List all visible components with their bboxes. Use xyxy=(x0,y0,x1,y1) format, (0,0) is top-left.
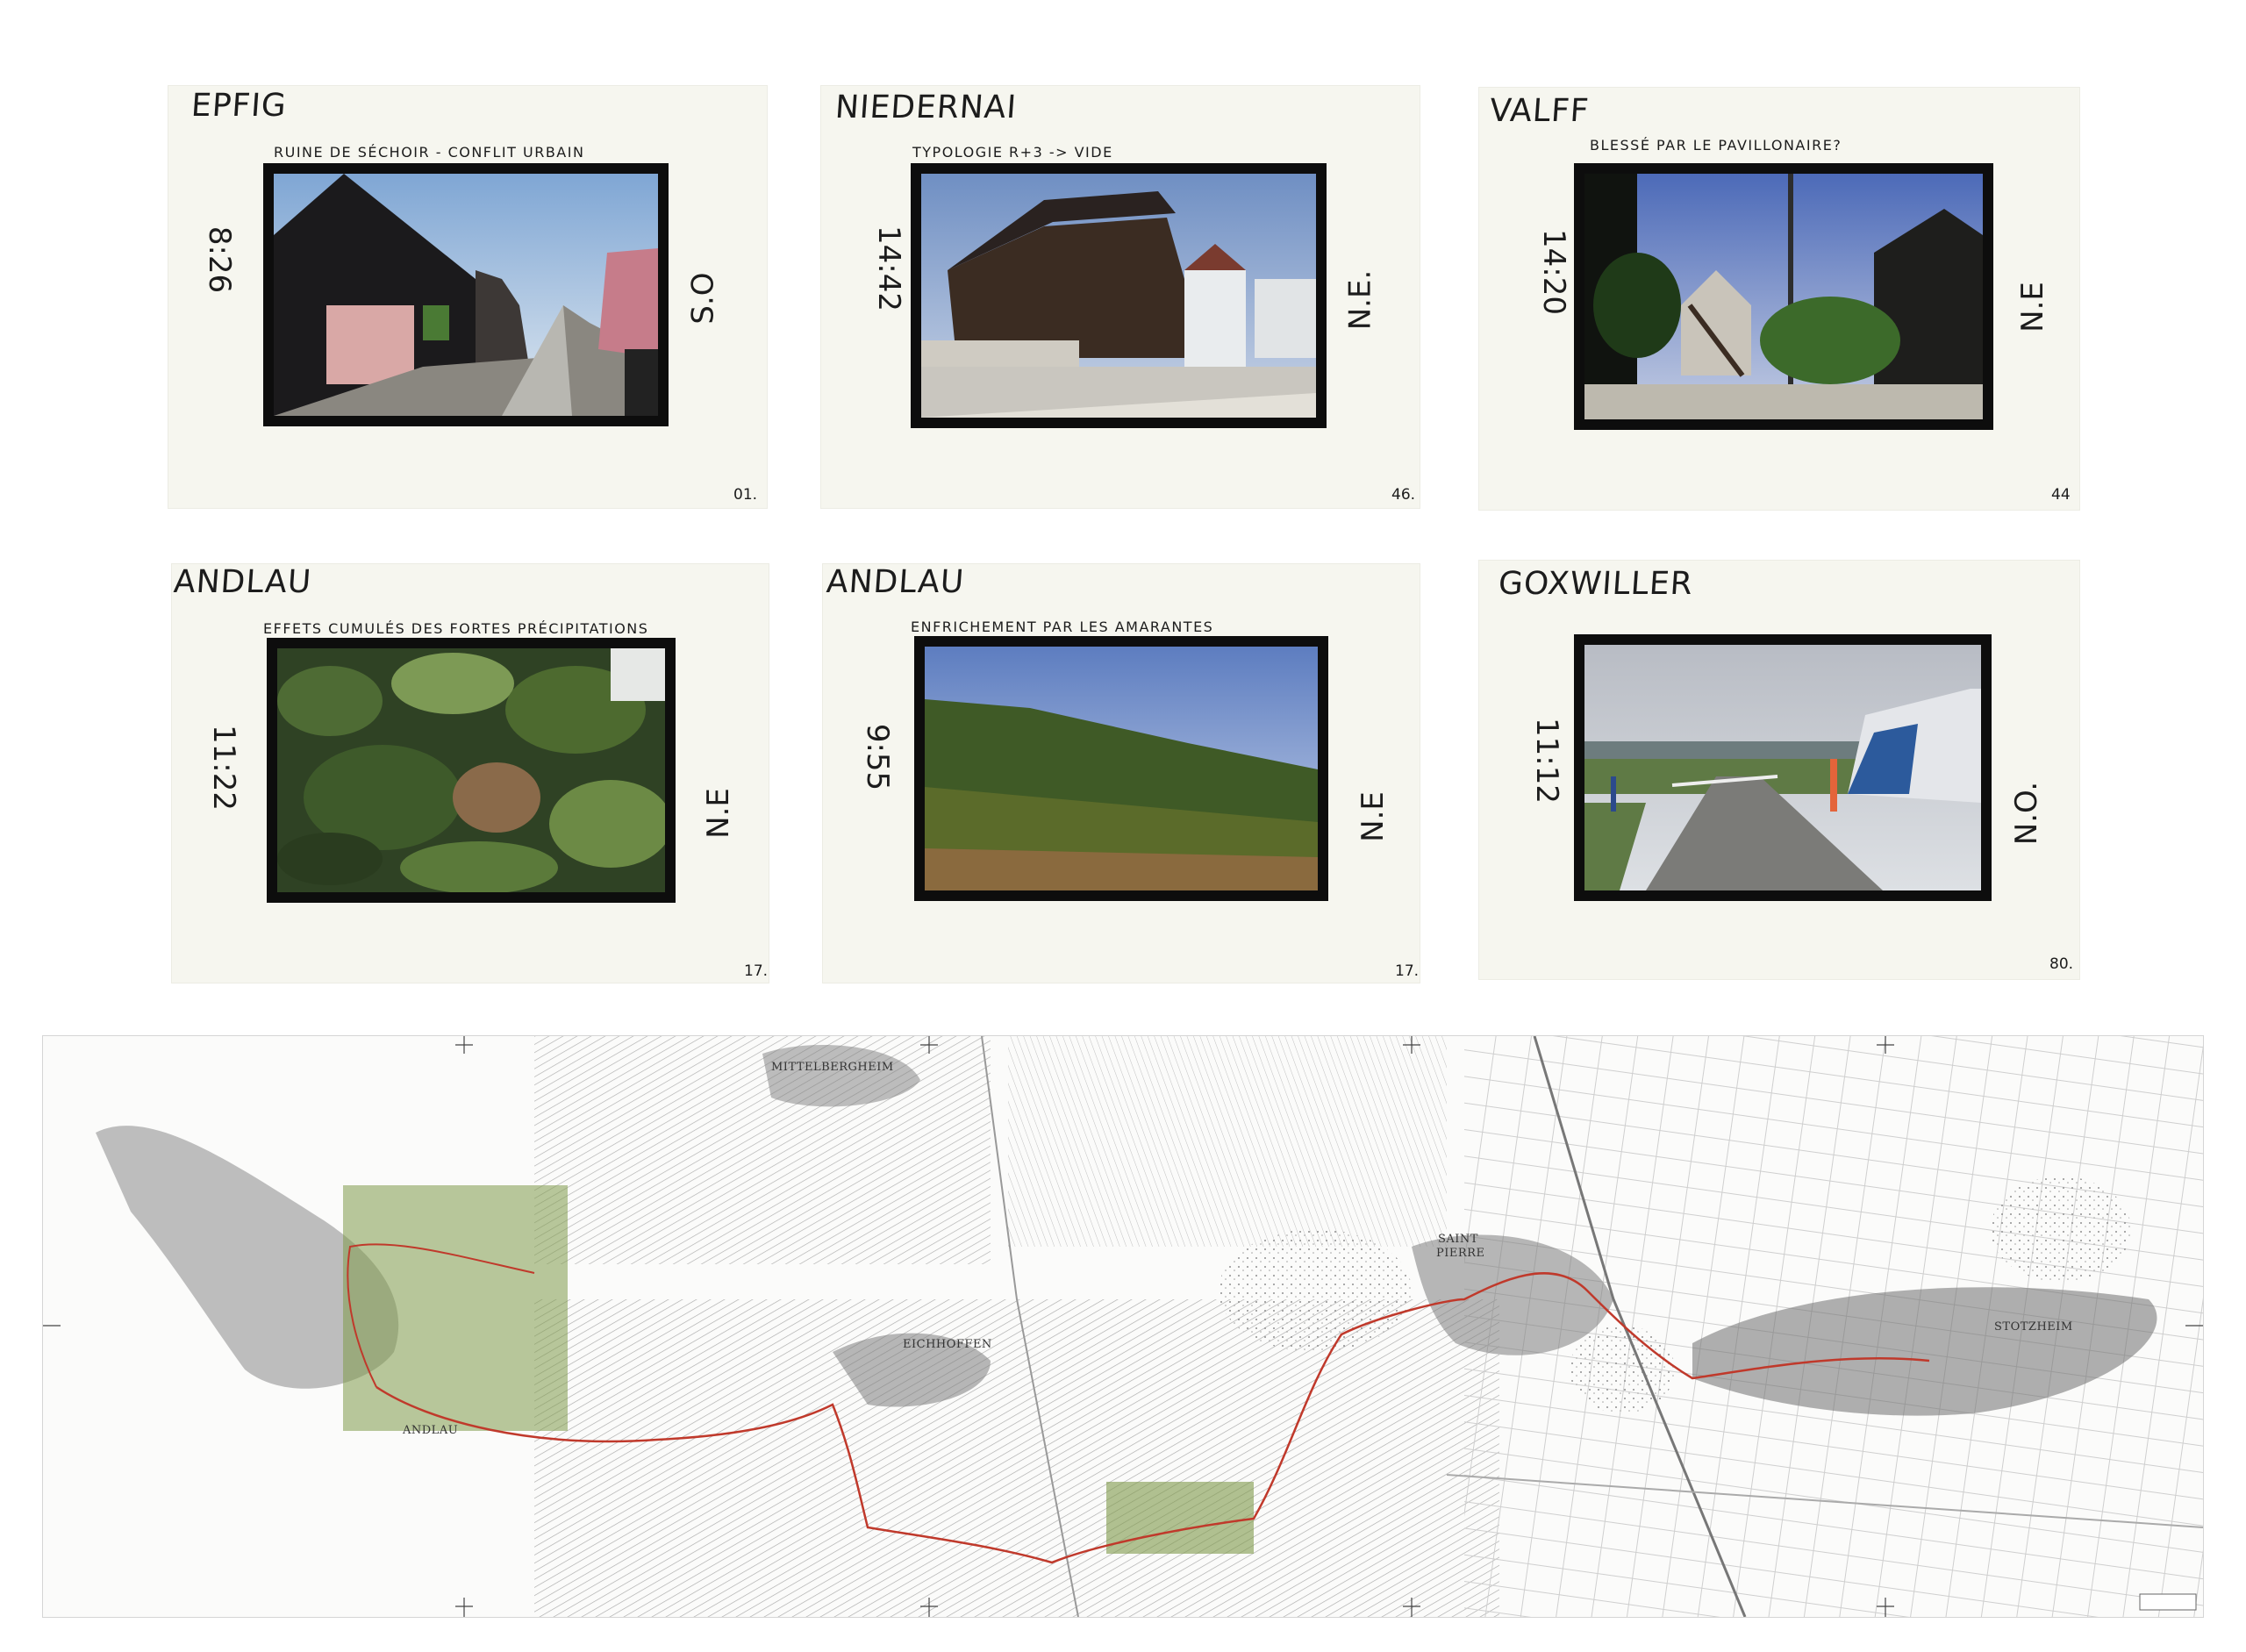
direction-note: N.E. xyxy=(1342,269,1378,331)
photo-houses-pole xyxy=(1584,174,1983,419)
photo-number: 46. xyxy=(1391,486,1416,504)
place-name: NIEDERNAI xyxy=(833,89,1019,125)
photo-caption: Blessé par le pavillonaire? xyxy=(1590,137,1842,154)
forest-patch-2 xyxy=(1570,1326,1675,1413)
photo-caption: Effets cumulés des fortes précipitations xyxy=(263,620,649,637)
time-note: 8:26 xyxy=(202,225,238,294)
place-name: VALFF xyxy=(1488,93,1591,129)
photo-caption: Ruine de séchoir - conflit urbain xyxy=(274,144,585,161)
place-name: EPFIG xyxy=(190,88,289,124)
map-label-pierre: PIERRE xyxy=(1436,1247,1485,1260)
photo-number: 44 xyxy=(2051,486,2071,504)
photo-level-crossing-train xyxy=(1584,645,1981,890)
scale-box xyxy=(2139,1593,2197,1611)
photo-frame xyxy=(263,163,669,426)
photo-card-goxwiller: GOXWILLER 11:12 N.O. 80. xyxy=(1479,561,2079,979)
map-label-mittelbergheim: MITTELBERGHEIM xyxy=(771,1061,894,1074)
map-label-saint: SAINT xyxy=(1438,1233,1478,1246)
photo-old-farmhouse xyxy=(921,174,1316,418)
map-label-eichhoffen: EICHHOFFEN xyxy=(903,1338,992,1351)
map-drawing xyxy=(43,1036,2203,1617)
photo-number: 17. xyxy=(744,962,769,980)
photo-card-niedernai: NIEDERNAI Typologie R+3 -> vide 14:42 N.… xyxy=(821,86,1420,508)
photo-frame xyxy=(1574,163,1993,430)
study-area-vineyard xyxy=(1106,1482,1254,1554)
forest-patch xyxy=(1219,1229,1412,1352)
vineyard-zone-north xyxy=(534,1036,991,1264)
map-label-andlau: ANDLAU xyxy=(403,1424,459,1437)
direction-note: N.E xyxy=(700,788,736,839)
direction-note: N.E xyxy=(1355,791,1391,842)
time-note: 14:20 xyxy=(1535,229,1571,315)
photo-frame xyxy=(911,163,1327,428)
photo-street-barn xyxy=(274,174,658,416)
study-area-andlau xyxy=(343,1185,568,1431)
time-note: 11:12 xyxy=(1528,718,1564,804)
photo-amaranth-field xyxy=(925,647,1318,890)
photo-card-andlau-1: ANDLAU Effets cumulés des fortes précipi… xyxy=(172,564,769,983)
photo-caption: Typologie R+3 -> vide xyxy=(912,144,1113,161)
direction-note: N.E xyxy=(2014,282,2050,333)
photo-vine-leaves xyxy=(277,648,665,892)
place-name: ANDLAU xyxy=(825,564,966,600)
photo-frame xyxy=(267,638,676,903)
vineyard-zone-center xyxy=(534,1299,1499,1617)
forest-patch-3 xyxy=(1991,1176,2131,1282)
time-note: 14:42 xyxy=(870,225,906,311)
photo-card-epfig: EPFIG Ruine de séchoir - conflit urbain … xyxy=(168,86,767,508)
direction-note: N.O. xyxy=(2009,781,2045,846)
photo-frame xyxy=(914,636,1328,901)
direction-note: S.O xyxy=(685,272,721,325)
photo-number: 80. xyxy=(2049,955,2074,973)
photo-card-valff: VALFF Blessé par le pavillonaire? 14:20 … xyxy=(1479,88,2079,510)
map-label-stotzheim: STOTZHEIM xyxy=(1994,1320,2073,1334)
photo-caption: Enfrichement par les amarantes xyxy=(911,619,1214,635)
time-note: 9:55 xyxy=(860,723,896,791)
photo-card-andlau-2: ANDLAU Enfrichement par les amarantes 9:… xyxy=(823,564,1420,983)
time-note: 11:22 xyxy=(205,725,241,811)
vineyard-zone-east xyxy=(1008,1036,1447,1247)
site-map: MITTELBERGHEIM ANDLAU EICHHOFFEN SAINT P… xyxy=(42,1035,2204,1618)
place-name: ANDLAU xyxy=(172,564,313,600)
photo-frame xyxy=(1574,634,1992,901)
place-name: GOXWILLER xyxy=(1497,566,1695,602)
photo-number: 17. xyxy=(1395,962,1420,980)
photo-number: 01. xyxy=(733,486,758,504)
